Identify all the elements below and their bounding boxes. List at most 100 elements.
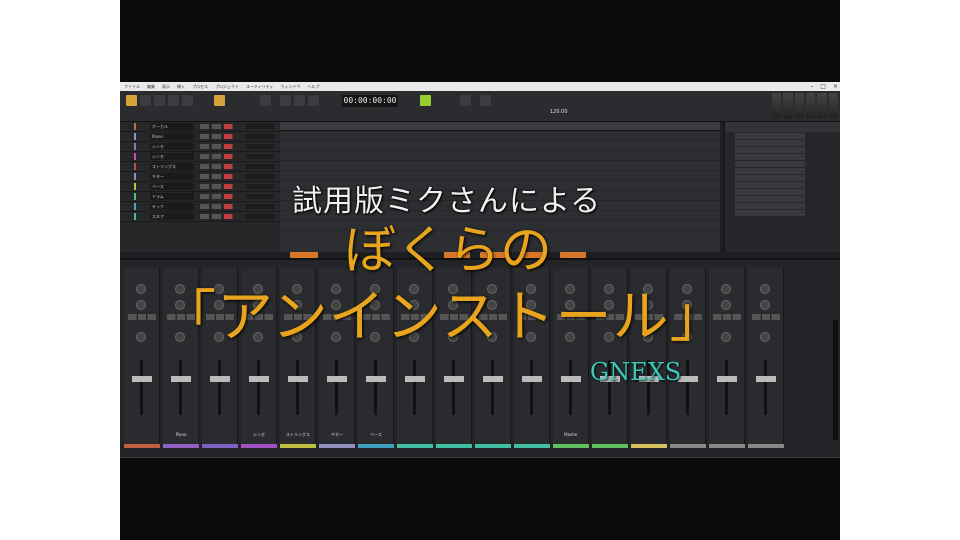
track-row[interactable]: ドラム (120, 192, 280, 202)
track-msr-buttons[interactable] (200, 184, 236, 189)
volume-fader[interactable] (756, 376, 776, 382)
punch-button[interactable] (460, 95, 471, 106)
record-button[interactable] (308, 95, 319, 106)
track-name[interactable]: シンセ (150, 153, 194, 160)
track-msr-buttons[interactable] (200, 214, 236, 219)
strip-label[interactable]: Master (555, 431, 587, 439)
volume-fader[interactable] (327, 376, 347, 382)
volume-fader[interactable] (132, 376, 152, 382)
track-msr-buttons[interactable] (200, 174, 236, 179)
track-msr-buttons[interactable] (200, 154, 236, 159)
mixer-hscrollbar[interactable] (120, 457, 840, 458)
gain-knob[interactable] (136, 284, 146, 294)
track-row[interactable]: ボーカル (120, 122, 280, 132)
track-msr-buttons[interactable] (200, 164, 236, 169)
strip-label[interactable] (750, 431, 782, 439)
track-row[interactable]: ストリングス (120, 162, 280, 172)
volume-fader[interactable] (249, 376, 269, 382)
strip-label[interactable] (399, 431, 431, 439)
track-name[interactable]: シンセ (150, 143, 194, 150)
track-name[interactable]: ボーカル (150, 123, 194, 130)
strip-label[interactable] (204, 431, 236, 439)
select-tool-button[interactable] (126, 95, 137, 106)
strip-label[interactable] (477, 431, 509, 439)
strip-label[interactable] (126, 431, 158, 439)
track-volume[interactable] (246, 154, 274, 159)
browser-tabs[interactable] (725, 122, 840, 132)
menu-item[interactable]: ファイル (124, 84, 140, 90)
track-row[interactable]: シンセ (120, 152, 280, 162)
strip-label[interactable] (594, 431, 626, 439)
track-name[interactable]: ドラム (150, 193, 194, 200)
strip-label[interactable] (672, 431, 704, 439)
minimize-icon[interactable]: – (810, 83, 813, 90)
play-button[interactable] (294, 95, 305, 106)
draw-tool-button[interactable] (140, 95, 151, 106)
snap-button[interactable] (214, 95, 225, 106)
metronome-button[interactable] (480, 95, 491, 106)
track-msr-buttons[interactable] (200, 124, 236, 129)
menu-item[interactable]: ウィンドウ (281, 84, 301, 90)
strip-label[interactable] (438, 431, 470, 439)
timecode-display[interactable]: 00:00:00:00 (342, 95, 398, 107)
volume-fader[interactable] (171, 376, 191, 382)
menu-item[interactable]: プロセス (192, 84, 208, 90)
msr-buttons[interactable] (752, 314, 780, 320)
volume-fader[interactable] (366, 376, 386, 382)
volume-fader[interactable] (561, 376, 581, 382)
track-name[interactable]: ストリングス (150, 163, 194, 170)
volume-fader[interactable] (444, 376, 464, 382)
fx-tag[interactable] (290, 252, 318, 258)
volume-fader[interactable] (288, 376, 308, 382)
track-msr-buttons[interactable] (200, 194, 236, 199)
erase-tool-button[interactable] (168, 95, 179, 106)
track-name[interactable]: ギター (150, 173, 194, 180)
timeline-ruler[interactable] (280, 122, 720, 131)
send-knob[interactable] (136, 332, 146, 342)
track-row[interactable]: シンセ (120, 142, 280, 152)
strip-label[interactable]: ギター (321, 431, 353, 439)
track-volume[interactable] (246, 164, 274, 169)
track-volume[interactable] (246, 204, 274, 209)
volume-fader[interactable] (522, 376, 542, 382)
maximize-icon[interactable]: □ (820, 83, 826, 90)
strip-label[interactable]: シンセ (243, 431, 275, 439)
gain-knob[interactable] (760, 284, 770, 294)
strip-label[interactable]: ベース (360, 431, 392, 439)
track-row[interactable]: スネア (120, 212, 280, 222)
msr-buttons[interactable] (128, 314, 156, 320)
track-row[interactable]: Piano (120, 132, 280, 142)
track-name[interactable]: スネア (150, 213, 194, 220)
menu-item[interactable]: ヘルプ (308, 84, 320, 90)
track-volume[interactable] (246, 184, 274, 189)
track-name[interactable]: キック (150, 203, 194, 210)
close-icon[interactable]: × (833, 83, 838, 90)
send-knob[interactable] (760, 332, 770, 342)
track-row[interactable]: キック (120, 202, 280, 212)
track-volume[interactable] (246, 144, 274, 149)
menu-item[interactable]: プロジェクト (215, 84, 239, 90)
cut-tool-button[interactable] (154, 95, 165, 106)
strip-label[interactable] (633, 431, 665, 439)
track-name[interactable]: ベース (150, 183, 194, 190)
strip-label[interactable] (516, 431, 548, 439)
menu-item[interactable]: ユーティリティ (246, 84, 274, 90)
track-row[interactable]: ギター (120, 172, 280, 182)
track-volume[interactable] (246, 214, 274, 219)
menu-item[interactable]: 挿入 (177, 84, 185, 90)
loop-button[interactable] (420, 95, 431, 106)
volume-fader[interactable] (483, 376, 503, 382)
track-name[interactable]: Piano (150, 133, 194, 140)
rewind-button[interactable] (260, 95, 271, 106)
track-volume[interactable] (246, 174, 274, 179)
menu-item[interactable]: 表示 (162, 84, 170, 90)
strip-label[interactable]: Piano (165, 431, 197, 439)
strip-label[interactable] (711, 431, 743, 439)
browser-tree[interactable] (725, 133, 840, 216)
menu-item[interactable]: 編集 (147, 84, 155, 90)
zoom-tool-button[interactable] (182, 95, 193, 106)
tempo-display[interactable]: 120.00 (550, 109, 574, 117)
track-msr-buttons[interactable] (200, 144, 236, 149)
volume-fader[interactable] (405, 376, 425, 382)
track-row[interactable]: ベース (120, 182, 280, 192)
